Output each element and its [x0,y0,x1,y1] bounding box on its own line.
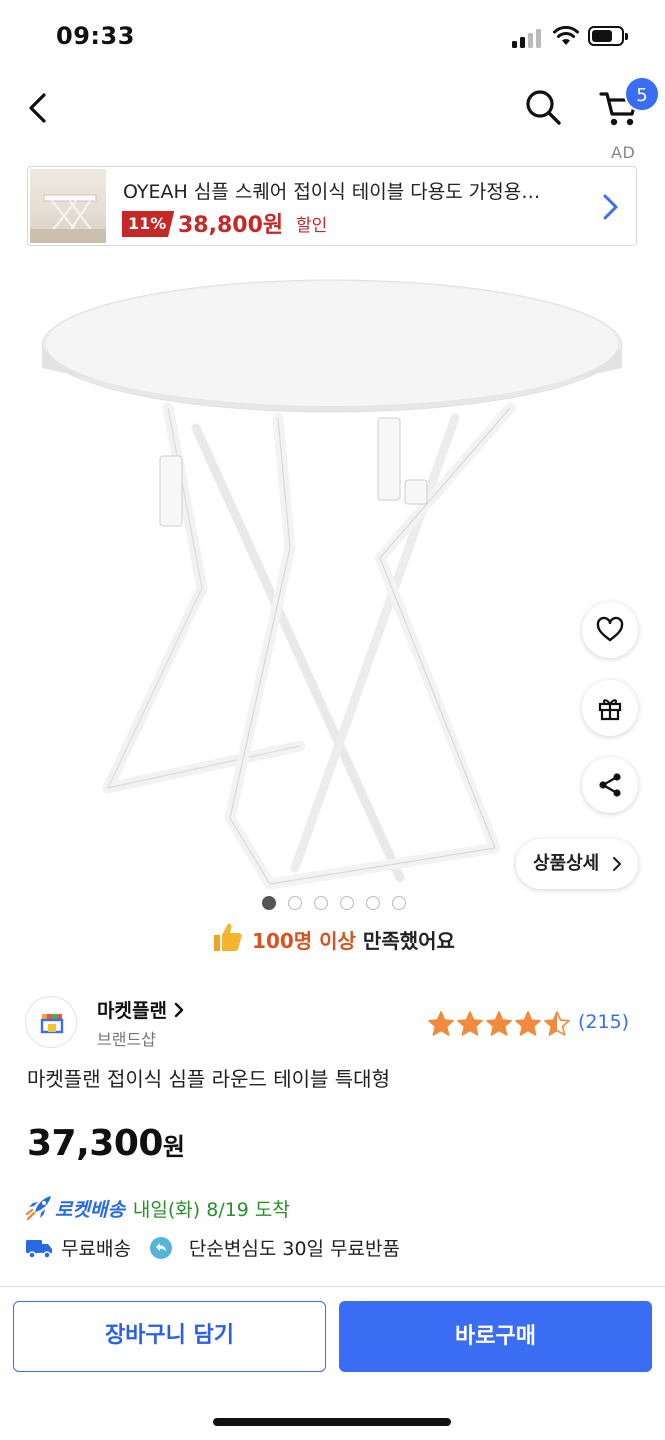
truck-icon [26,1239,52,1259]
product-price: 37,300원 [27,1123,185,1164]
product-detail-label: 상품상세 [533,853,600,874]
back-arrow-icon[interactable] [22,90,58,126]
ad-sale-label: 할인 [296,216,328,236]
share-button[interactable] [582,757,638,813]
product-image[interactable] [0,258,665,898]
share-icon [599,773,621,797]
heart-icon [596,616,624,642]
rating-stars [427,1010,571,1038]
ad-label: AD [611,143,636,162]
pagination-dot [392,896,406,910]
ad-discount-badge: 11% [122,211,175,237]
star-icon [457,1011,483,1036]
buy-now-button[interactable]: 바로구매 [339,1301,652,1372]
star-icon [486,1011,512,1036]
chevron-right-icon [174,1002,183,1018]
home-indicator [213,1418,451,1426]
product-title: 마켓플랜 접이식 심플 라운드 테이블 특대형 [27,1067,390,1091]
star-icon [544,1011,570,1036]
price-value: 37,300 [27,1123,163,1164]
ad-price: 38,800원 [178,213,284,238]
star-icon [428,1011,454,1036]
return-icon [149,1236,172,1259]
add-to-cart-button[interactable]: 장바구니 담기 [13,1301,326,1372]
wishlist-button[interactable] [582,602,638,658]
chevron-right-icon [612,856,622,872]
cart-count-badge: 5 [624,76,660,112]
seller-logo[interactable] [25,996,77,1048]
ad-title: OYEAH 심플 스퀘어 접이식 테이블 다용도 가정용… [123,181,541,203]
product-detail-button[interactable]: 상품상세 [516,839,638,889]
seller-name-link[interactable]: 마켓플랜 [97,996,184,1023]
pagination-dot [366,896,380,910]
satisfaction-text: 만족했어요 [355,929,455,953]
price-currency: 원 [162,1133,185,1161]
free-shipping-text: 무료배송 [61,1238,131,1260]
thumbs-up-icon [214,923,242,951]
seller-name: 마켓플랜 [97,1000,167,1022]
image-pagination [262,896,406,910]
arrival-date: 내일(화) 8/19 도착 [132,1198,290,1221]
pagination-dot [314,896,328,910]
status-bar: 09:33 [0,0,665,72]
rocket-icon [25,1196,51,1221]
shipping-info-row: 무료배송 단순변심도 30일 무료반품 [25,1234,400,1261]
review-count[interactable]: (215) [578,1011,629,1033]
rocket-delivery-label: 로켓배송 [55,1198,125,1221]
pagination-dot [340,896,354,910]
ad-thumbnail [30,169,106,243]
satisfaction-banner: 100명 이상 만족했어요 [0,920,665,954]
search-icon[interactable] [522,86,564,128]
signal-icon [512,28,542,48]
battery-icon [588,26,628,46]
star-icon [515,1011,541,1036]
gift-icon [598,699,622,721]
gift-button[interactable] [582,680,638,736]
return-policy-text: 단순변심도 30일 무료반품 [188,1238,400,1260]
ad-banner[interactable]: OYEAH 심플 스퀘어 접이식 테이블 다용도 가정용… 11% 38,800… [27,166,637,246]
satisfaction-highlight: 100명 이상 [252,929,356,953]
chevron-right-icon [603,194,618,220]
storefront-icon [40,1014,64,1034]
status-time: 09:33 [56,22,135,50]
divider [0,1286,665,1287]
seller-type: 브랜드샵 [97,1030,156,1049]
top-nav: 5 [0,72,665,144]
rocket-delivery-row: 로켓배송 내일(화) 8/19 도착 [25,1194,290,1222]
wifi-icon [553,25,579,45]
pagination-dot [288,896,302,910]
pagination-dot [262,896,276,910]
